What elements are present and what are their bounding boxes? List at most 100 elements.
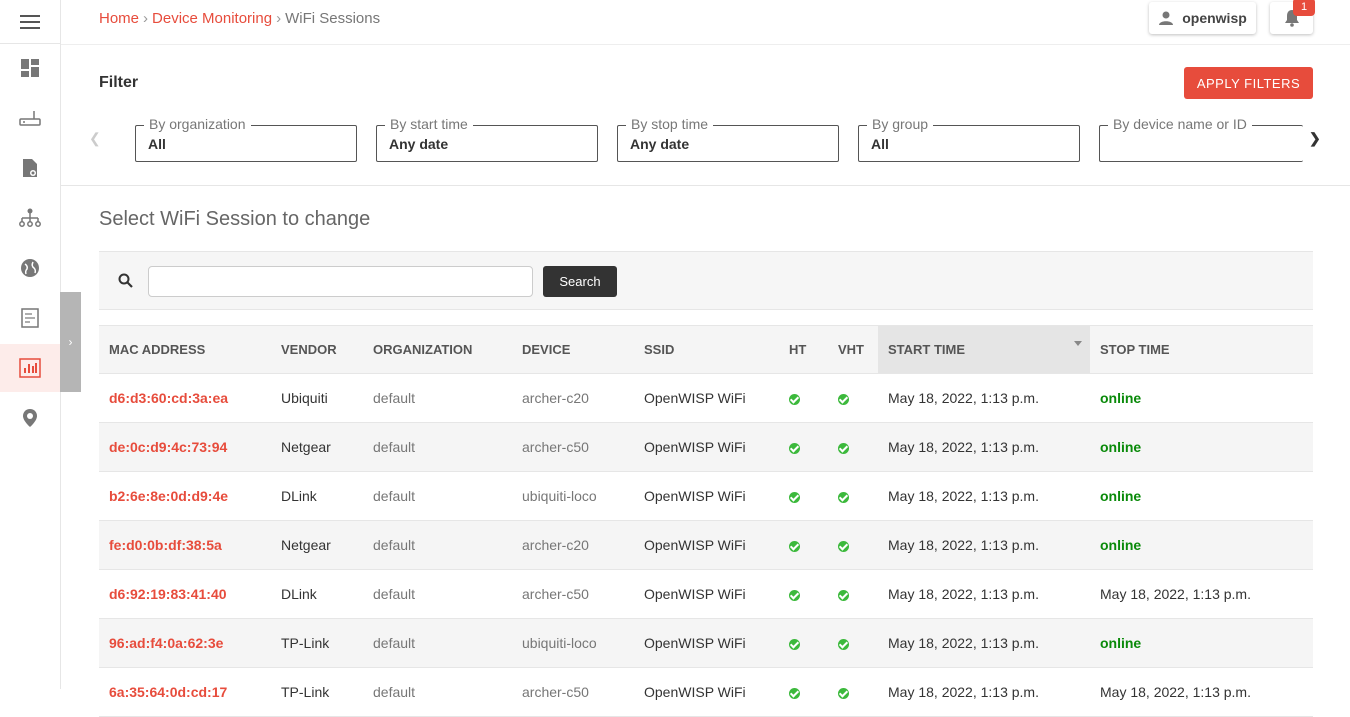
table-row[interactable]: d6:d3:60:cd:3a:ea Ubiquiti default archer-c…	[99, 373, 1313, 423]
wifi-sessions-table: MAC ADDRESS VENDOR ORGANIZATION DEVICE S…	[99, 325, 1313, 717]
column-header-ht[interactable]: HT	[779, 325, 828, 374]
ssid-cell: OpenWISP WiFi	[634, 569, 779, 619]
table-row[interactable]: de:0c:d9:4c:73:94 Netgear default archer-c5…	[99, 422, 1313, 472]
sidebar-item-devices[interactable]	[0, 94, 60, 142]
vht-cell	[828, 618, 878, 668]
filter-stop-time[interactable]: By stop time Any date	[617, 116, 839, 162]
table-header-row: MAC ADDRESS VENDOR ORGANIZATION DEVICE S…	[99, 325, 1313, 374]
menu-toggle-button[interactable]	[0, 0, 60, 44]
vht-cell	[828, 667, 878, 717]
filter-title: Filter	[99, 74, 139, 91]
table-row[interactable]: 6a:35:64:0d:cd:17 TP-Link default archer-c5…	[99, 667, 1313, 717]
sidebar-item-location[interactable]	[0, 394, 60, 442]
column-header-device[interactable]: DEVICE	[512, 325, 634, 374]
start-time-cell: May 18, 2022, 1:13 p.m.	[878, 520, 1090, 570]
breadcrumb-section-link[interactable]: Device Monitoring	[152, 10, 272, 27]
filter-group[interactable]: By group All	[858, 116, 1080, 162]
notifications-button[interactable]: 1	[1270, 0, 1315, 34]
sidebar-item-topology[interactable]	[0, 194, 60, 242]
check-icon	[838, 541, 849, 552]
start-time-cell: May 18, 2022, 1:13 p.m.	[878, 373, 1090, 423]
column-header-vht[interactable]: VHT	[828, 325, 878, 374]
table-row[interactable]: d6:92:19:83:41:40 DLink default archer-c50 O…	[99, 569, 1313, 619]
stop-time-cell: online	[1090, 520, 1313, 570]
location-pin-icon	[23, 409, 37, 427]
search-input[interactable]	[148, 266, 533, 297]
table-row[interactable]: 96:ad:f4:0a:62:3e TP-Link default ubiquiti-…	[99, 618, 1313, 668]
column-header-vendor[interactable]: VENDOR	[271, 325, 363, 374]
vendor-cell: DLink	[271, 569, 363, 619]
mac-address-link[interactable]: d6:d3:60:cd:3a:ea	[99, 373, 271, 423]
column-header-ssid[interactable]: SSID	[634, 325, 779, 374]
table-row[interactable]: fe:d0:0b:df:38:5a Netgear default archer-c2…	[99, 520, 1313, 570]
breadcrumb-home-link[interactable]: Home	[99, 10, 139, 27]
sidebar-item-dashboard[interactable]	[0, 44, 60, 92]
vht-cell	[828, 422, 878, 472]
start-time-cell: May 18, 2022, 1:13 p.m.	[878, 422, 1090, 472]
ht-cell	[779, 471, 828, 521]
check-icon	[838, 639, 849, 650]
ssid-cell: OpenWISP WiFi	[634, 667, 779, 717]
apply-filters-button[interactable]: APPLY FILTERS	[1184, 67, 1313, 99]
breadcrumb-separator: ›	[143, 10, 149, 27]
mac-address-link[interactable]: 96:ad:f4:0a:62:3e	[99, 618, 271, 668]
chevron-right-icon[interactable]: ❯	[1309, 130, 1321, 147]
chevron-left-icon[interactable]: ❮	[89, 130, 101, 147]
check-icon	[789, 590, 800, 601]
sidebar-item-floorplan[interactable]	[0, 294, 60, 342]
column-header-start-time[interactable]: START TIME	[878, 325, 1090, 374]
filter-device-name[interactable]: By device name or ID	[1099, 116, 1303, 162]
vendor-cell: Netgear	[271, 520, 363, 570]
check-icon	[838, 492, 849, 503]
sidebar-item-monitoring[interactable]	[0, 344, 60, 392]
device-cell: archer-c50	[512, 422, 634, 472]
start-time-cell: May 18, 2022, 1:13 p.m.	[878, 471, 1090, 521]
vendor-cell: TP-Link	[271, 618, 363, 668]
mac-address-link[interactable]: 6a:35:64:0d:cd:17	[99, 667, 271, 717]
sidebar-item-geo[interactable]	[0, 244, 60, 292]
globe-icon	[21, 259, 39, 277]
notification-count-badge: 1	[1293, 0, 1315, 16]
device-cell: archer-c20	[512, 520, 634, 570]
sidebar-expand-handle[interactable]: ›	[60, 292, 81, 392]
ssid-cell: OpenWISP WiFi	[634, 618, 779, 668]
breadcrumb: Home › Device Monitoring › WiFi Sessions	[99, 10, 380, 27]
sidebar-item-templates[interactable]	[0, 144, 60, 192]
check-icon	[789, 443, 800, 454]
filter-value: Any date	[630, 136, 690, 152]
stop-time-cell: May 18, 2022, 1:13 p.m.	[1090, 667, 1313, 717]
monitoring-chart-icon	[19, 358, 41, 378]
mac-address-link[interactable]: d6:92:19:83:41:40	[99, 569, 271, 619]
ssid-cell: OpenWISP WiFi	[634, 520, 779, 570]
organization-cell: default	[363, 373, 512, 423]
check-icon	[789, 394, 800, 405]
vht-cell	[828, 569, 878, 619]
stop-time-cell: online	[1090, 618, 1313, 668]
sidebar	[0, 0, 61, 689]
filter-organization[interactable]: By organization All	[135, 116, 357, 162]
mac-address-link[interactable]: de:0c:d9:4c:73:94	[99, 422, 271, 472]
mac-address-link[interactable]: b2:6e:8e:0d:d9:4e	[99, 471, 271, 521]
column-header-stop-time[interactable]: STOP TIME	[1090, 325, 1313, 374]
dashboard-icon	[21, 59, 39, 77]
device-cell: archer-c20	[512, 373, 634, 423]
ht-cell	[779, 667, 828, 717]
stop-time-cell: online	[1090, 373, 1313, 423]
check-icon	[838, 688, 849, 699]
user-menu-button[interactable]: openwisp	[1149, 2, 1256, 34]
filter-start-time[interactable]: By start time Any date	[376, 116, 598, 162]
sort-desc-icon[interactable]	[1074, 341, 1082, 346]
organization-cell: default	[363, 569, 512, 619]
stop-time-cell: online	[1090, 471, 1313, 521]
start-time-cell: May 18, 2022, 1:13 p.m.	[878, 569, 1090, 619]
device-cell: ubiquiti-loco	[512, 618, 634, 668]
column-header-mac[interactable]: MAC ADDRESS	[99, 325, 271, 374]
search-button[interactable]: Search	[543, 266, 617, 297]
column-header-organization[interactable]: ORGANIZATION	[363, 325, 512, 374]
mac-address-link[interactable]: fe:d0:0b:df:38:5a	[99, 520, 271, 570]
vendor-cell: Ubiquiti	[271, 373, 363, 423]
ht-cell	[779, 520, 828, 570]
table-row[interactable]: b2:6e:8e:0d:d9:4e DLink default ubiquiti-lo…	[99, 471, 1313, 521]
check-icon	[838, 394, 849, 405]
organization-cell: default	[363, 520, 512, 570]
